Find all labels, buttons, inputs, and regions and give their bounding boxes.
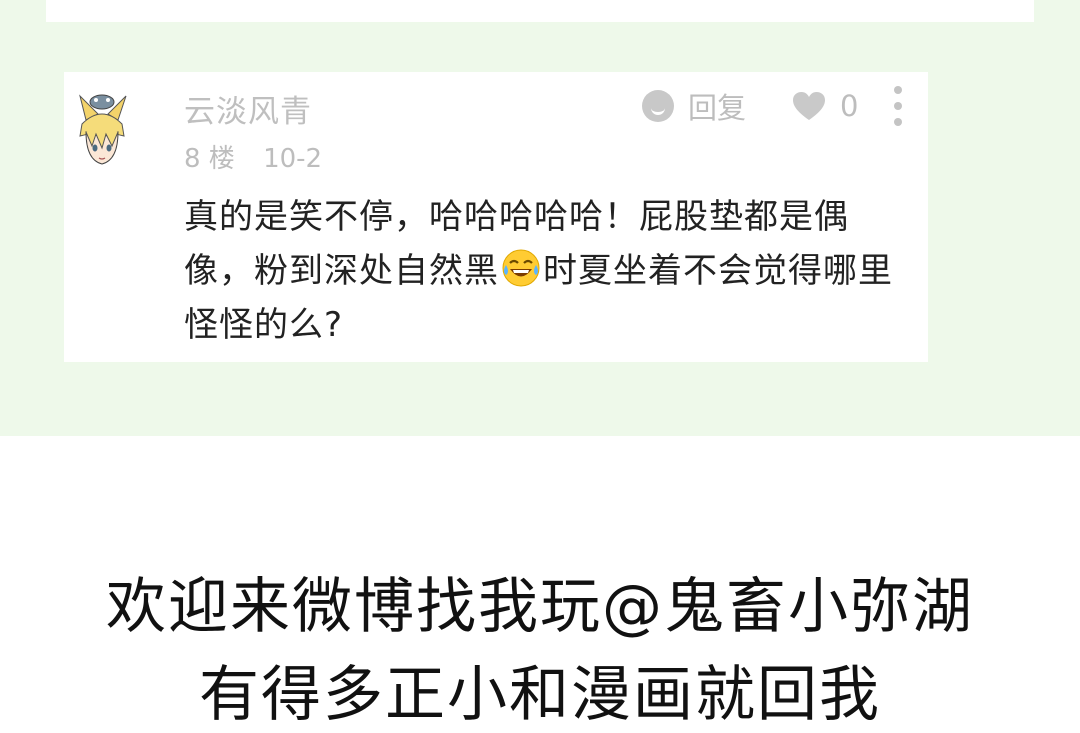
more-options-button[interactable] xyxy=(890,86,906,126)
reply-button[interactable]: 回复 xyxy=(642,86,746,126)
more-vertical-icon xyxy=(894,118,902,126)
promo-line-1: 欢迎来微博找我玩@鬼畜小弥湖 xyxy=(106,572,974,642)
comment-floor: 8 楼 xyxy=(184,144,235,174)
user-avatar[interactable] xyxy=(72,90,132,170)
comment-meta: 8 楼 10-2 xyxy=(184,138,322,175)
reply-label: 回复 xyxy=(688,91,747,125)
promo-line-2-partial: 有得多正小和漫画就回我 xyxy=(199,660,881,730)
more-vertical-icon xyxy=(894,102,902,110)
comment-card: 云淡风青 8 楼 10-2 回复 0 真的是笑不停，哈哈哈哈哈！屁股垫都是偶像，… xyxy=(64,72,928,362)
reply-bubble-icon xyxy=(642,90,674,122)
more-vertical-icon xyxy=(894,86,902,94)
tears-of-joy-emoji xyxy=(502,249,540,287)
previous-comment-card xyxy=(46,0,1034,22)
comment-date: 10-2 xyxy=(263,144,323,174)
comment-body: 真的是笑不停，哈哈哈哈哈！屁股垫都是偶像，粉到深处自然黑 时夏坐着不会觉得哪里怪… xyxy=(184,190,914,352)
heart-icon xyxy=(793,92,825,120)
comment-username[interactable]: 云淡风青 xyxy=(184,86,312,131)
like-count: 0 xyxy=(840,89,859,123)
like-button[interactable]: 0 xyxy=(792,86,858,126)
